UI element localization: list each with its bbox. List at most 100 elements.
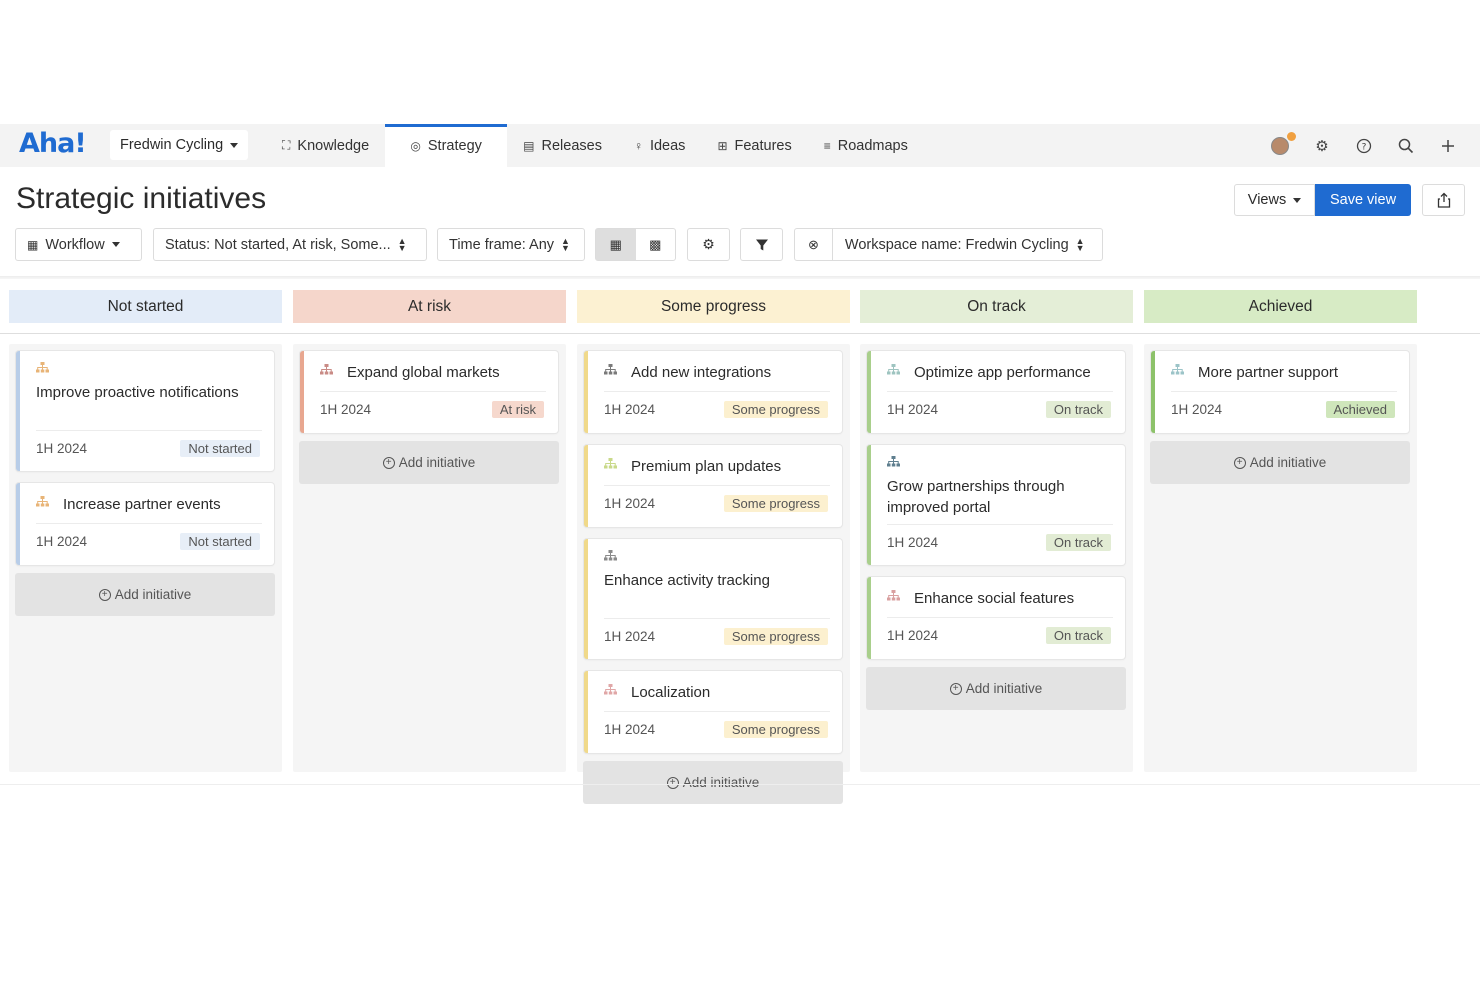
- card-footer: 1H 2024 Not started: [36, 440, 260, 457]
- top-nav: Aha! Fredwin Cycling ⛶ Knowledge ◎ Strat…: [0, 124, 1480, 167]
- timeframe-label: 1H 2024: [320, 402, 372, 417]
- card-divider: [887, 617, 1113, 618]
- plus-circle-icon: +: [98, 588, 111, 601]
- tab-label: Strategy: [427, 137, 482, 154]
- initiative-card[interactable]: Enhance activity tracking 1H 2024 Some pro…: [584, 539, 842, 659]
- gear-icon[interactable]: ⚙: [1312, 136, 1332, 156]
- column-header: Some progress: [577, 290, 850, 323]
- add-initiative-button[interactable]: + Add initiative: [583, 761, 843, 804]
- filter-icon[interactable]: [740, 228, 783, 261]
- tab-ideas[interactable]: ♀ Ideas: [618, 124, 701, 167]
- views-button[interactable]: Views: [1234, 184, 1315, 216]
- add-initiative-button[interactable]: + Add initiative: [1150, 441, 1410, 484]
- hierarchy-icon: [604, 548, 826, 569]
- initiative-card[interactable]: Optimize app performance 1H 2024 On track: [867, 351, 1125, 433]
- roadmap-icon: ≡: [823, 138, 831, 153]
- status-filter-label: Status: Not started, At risk, Some...: [165, 236, 391, 253]
- grid-icon: ⊞: [717, 138, 728, 153]
- timeframe-label: 1H 2024: [604, 496, 656, 511]
- add-initiative-button[interactable]: + Add initiative: [299, 441, 559, 484]
- status-badge: Not started: [180, 533, 260, 550]
- tab-label: Features: [734, 137, 792, 154]
- card-header: Expand global markets: [320, 362, 542, 383]
- clear-filter-icon[interactable]: ⊗: [808, 237, 819, 253]
- initiative-title[interactable]: Enhance social features: [914, 588, 1074, 609]
- initiative-title[interactable]: More partner support: [1198, 362, 1338, 383]
- card-header: Premium plan updates: [604, 456, 826, 477]
- initiative-title[interactable]: Premium plan updates: [631, 456, 781, 477]
- tab-roadmaps[interactable]: ≡ Roadmaps: [808, 124, 924, 167]
- tab-strategy[interactable]: ◎ Strategy: [385, 124, 508, 167]
- add-initiative-button[interactable]: + Add initiative: [15, 573, 275, 616]
- card-header: Enhance activity tracking: [604, 548, 826, 591]
- add-initiative-button[interactable]: + Add initiative: [866, 667, 1126, 710]
- hierarchy-icon: [1171, 362, 1184, 383]
- share-icon[interactable]: [1422, 184, 1465, 216]
- initiative-card[interactable]: Localization 1H 2024 Some progress: [584, 671, 842, 753]
- add-initiative-label: Add initiative: [1249, 455, 1327, 470]
- timeframe-filter-label: Time frame: Any: [449, 236, 555, 253]
- hierarchy-icon: [36, 494, 49, 515]
- initiative-card[interactable]: Enhance social features 1H 2024 On track: [867, 577, 1125, 659]
- tab-label: Ideas: [649, 137, 686, 154]
- help-icon[interactable]: ?: [1354, 136, 1374, 156]
- initiative-title[interactable]: Expand global markets: [347, 362, 500, 383]
- initiative-card[interactable]: Grow partnerships through improved porta…: [867, 445, 1125, 565]
- status-badge: Some progress: [723, 721, 828, 738]
- card-divider: [604, 391, 830, 392]
- sort-icon: ▲ ▼: [1075, 235, 1085, 253]
- initiative-card[interactable]: Expand global markets 1H 2024 At risk: [300, 351, 558, 433]
- card-footer: 1H 2024 On track: [887, 627, 1111, 644]
- plus-icon[interactable]: [1438, 136, 1458, 156]
- card-divider: [887, 524, 1113, 525]
- views-label: Views: [1247, 192, 1287, 208]
- initiative-card[interactable]: More partner support 1H 2024 Achieved: [1151, 351, 1409, 433]
- workflow-button[interactable]: ▦ Workflow: [15, 228, 142, 261]
- grid-view-icon[interactable]: ▦: [596, 229, 636, 260]
- card-divider: [887, 391, 1113, 392]
- initiative-card[interactable]: Improve proactive notifications 1H 2024 No…: [16, 351, 274, 471]
- card-header: Localization: [604, 682, 826, 703]
- workflow-label: Workflow: [45, 236, 105, 253]
- initiative-title[interactable]: Increase partner events: [63, 494, 221, 515]
- dense-grid-view-icon[interactable]: ▩: [636, 229, 676, 260]
- initiative-title[interactable]: Enhance activity tracking: [604, 572, 770, 589]
- target-icon: ◎: [410, 138, 421, 153]
- settings-gear-icon[interactable]: ⚙: [687, 228, 730, 261]
- initiative-title[interactable]: Grow partnerships through improved porta…: [887, 478, 1065, 516]
- user-avatar[interactable]: [1270, 131, 1296, 156]
- hierarchy-icon: [604, 362, 617, 383]
- timeframe-label: 1H 2024: [887, 628, 939, 643]
- initiative-title[interactable]: Localization: [631, 682, 710, 703]
- hierarchy-icon: [887, 588, 900, 609]
- initiative-title[interactable]: Add new integrations: [631, 362, 771, 383]
- tab-knowledge[interactable]: ⛶ Knowledge: [266, 124, 385, 167]
- initiative-card[interactable]: Increase partner events 1H 2024 Not starte…: [16, 483, 274, 565]
- hierarchy-icon: [604, 682, 617, 703]
- initiative-title[interactable]: Optimize app performance: [914, 362, 1091, 383]
- status-badge: On track: [1045, 534, 1111, 551]
- card-header: Optimize app performance: [887, 362, 1109, 383]
- tab-releases[interactable]: ▤ Releases: [507, 124, 618, 167]
- search-icon[interactable]: [1396, 136, 1416, 156]
- timeframe-filter[interactable]: Time frame: Any ▲ ▼: [437, 228, 585, 261]
- initiative-card[interactable]: Premium plan updates 1H 2024 Some progress: [584, 445, 842, 527]
- card-footer: 1H 2024 Some progress: [604, 401, 828, 418]
- initiative-title[interactable]: Improve proactive notifications: [36, 384, 239, 401]
- plus-circle-icon: +: [1233, 456, 1246, 469]
- add-initiative-label: Add initiative: [682, 775, 760, 790]
- card-header: Grow partnerships through improved porta…: [887, 454, 1109, 518]
- workspace-selector[interactable]: Fredwin Cycling: [110, 130, 249, 160]
- hierarchy-icon: [36, 360, 258, 381]
- card-footer: 1H 2024 Achieved: [1171, 401, 1395, 418]
- board-bottom-divider: [0, 784, 1480, 785]
- status-filter[interactable]: Status: Not started, At risk, Some... ▲ ▼: [153, 228, 427, 261]
- workspace-filter[interactable]: ⊗ Workspace name: Fredwin Cycling ▲ ▼: [794, 228, 1103, 261]
- add-initiative-label: Add initiative: [965, 681, 1043, 696]
- hierarchy-icon: [320, 362, 333, 383]
- card-divider: [1171, 391, 1397, 392]
- aha-logo[interactable]: Aha!: [19, 128, 87, 159]
- initiative-card[interactable]: Add new integrations 1H 2024 Some progress: [584, 351, 842, 433]
- save-view-button[interactable]: Save view: [1315, 184, 1411, 216]
- tab-features[interactable]: ⊞ Features: [701, 124, 807, 167]
